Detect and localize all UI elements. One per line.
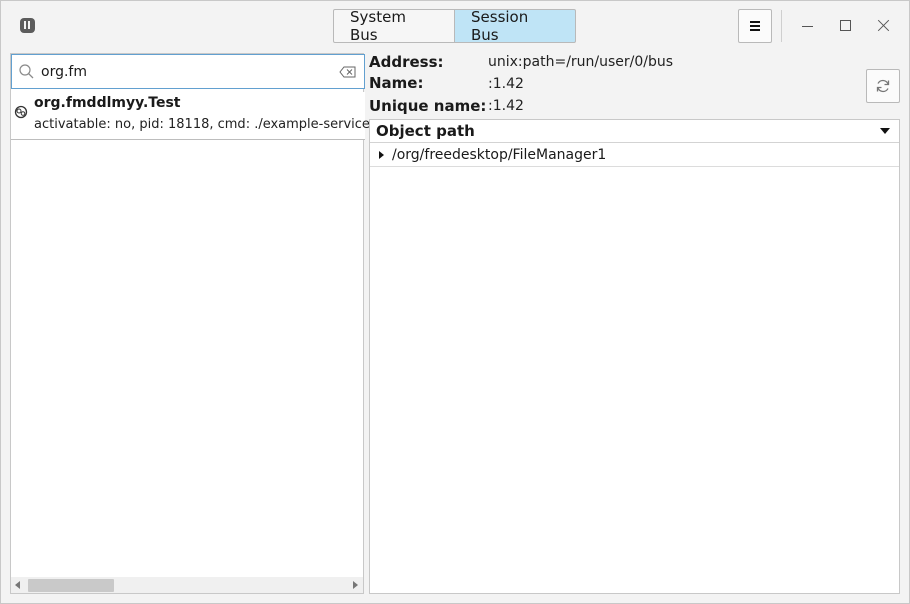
unique-name-label: Unique name: <box>369 97 487 115</box>
app-logo-icon <box>20 18 35 33</box>
service-name: org.fmddlmyy.Test <box>34 95 181 111</box>
minimize-icon <box>801 25 813 27</box>
service-list-item[interactable]: org.fmddlmyy.Test activatable: no, pid: … <box>11 92 370 140</box>
address-value: unix:path=/run/user/0/bus <box>488 54 674 70</box>
tree-row[interactable]: /org/freedesktop/FileManager1 <box>370 144 899 167</box>
name-label: Name: <box>369 74 424 92</box>
service-list-pane: org.fmddlmyy.Test activatable: no, pid: … <box>10 53 370 594</box>
object-path-label: /org/freedesktop/FileManager1 <box>392 147 607 163</box>
scroll-right-icon[interactable] <box>353 581 358 589</box>
refresh-button[interactable] <box>866 69 900 103</box>
hamburger-menu-icon <box>750 21 760 31</box>
service-detail: activatable: no, pid: 18118, cmd: ./exam… <box>34 117 370 132</box>
bus-switcher: System Bus Session Bus <box>333 8 576 44</box>
refresh-icon <box>876 79 890 93</box>
close-icon <box>877 19 890 32</box>
scrollbar-thumb[interactable] <box>28 579 114 592</box>
sort-descending-icon <box>880 128 890 134</box>
object-path-column-header[interactable]: Object path <box>370 120 899 143</box>
search-icon <box>19 64 34 79</box>
maximize-icon <box>839 19 851 31</box>
object-path-tree: Object path /org/freedesktop/FileManager… <box>369 119 900 594</box>
minimize-button[interactable] <box>797 15 817 35</box>
column-header-label: Object path <box>376 122 475 140</box>
close-button[interactable] <box>873 15 893 35</box>
expander-icon[interactable] <box>379 151 384 159</box>
service-icon <box>14 105 28 119</box>
search-input[interactable] <box>41 61 331 83</box>
clear-icon[interactable] <box>339 66 356 78</box>
address-label: Address: <box>369 53 444 71</box>
header-separator <box>781 10 782 42</box>
maximize-button[interactable] <box>835 15 855 35</box>
scroll-left-icon[interactable] <box>15 581 20 589</box>
session-bus-button[interactable]: Session Bus <box>455 8 576 44</box>
search-box <box>11 54 365 89</box>
bus-info: Address: unix:path=/run/user/0/bus Name:… <box>369 53 909 117</box>
name-value: :1.42 <box>488 76 524 92</box>
unique-name-value: :1.42 <box>488 98 524 114</box>
header-bar: System Bus Session Bus <box>1 1 909 49</box>
system-bus-button[interactable]: System Bus <box>333 8 455 44</box>
main-menu-button[interactable] <box>738 9 772 43</box>
horizontal-scrollbar[interactable] <box>11 577 363 593</box>
dbus-viewer-window: System Bus Session Bus org.fm org.fmddlm… <box>0 0 910 604</box>
